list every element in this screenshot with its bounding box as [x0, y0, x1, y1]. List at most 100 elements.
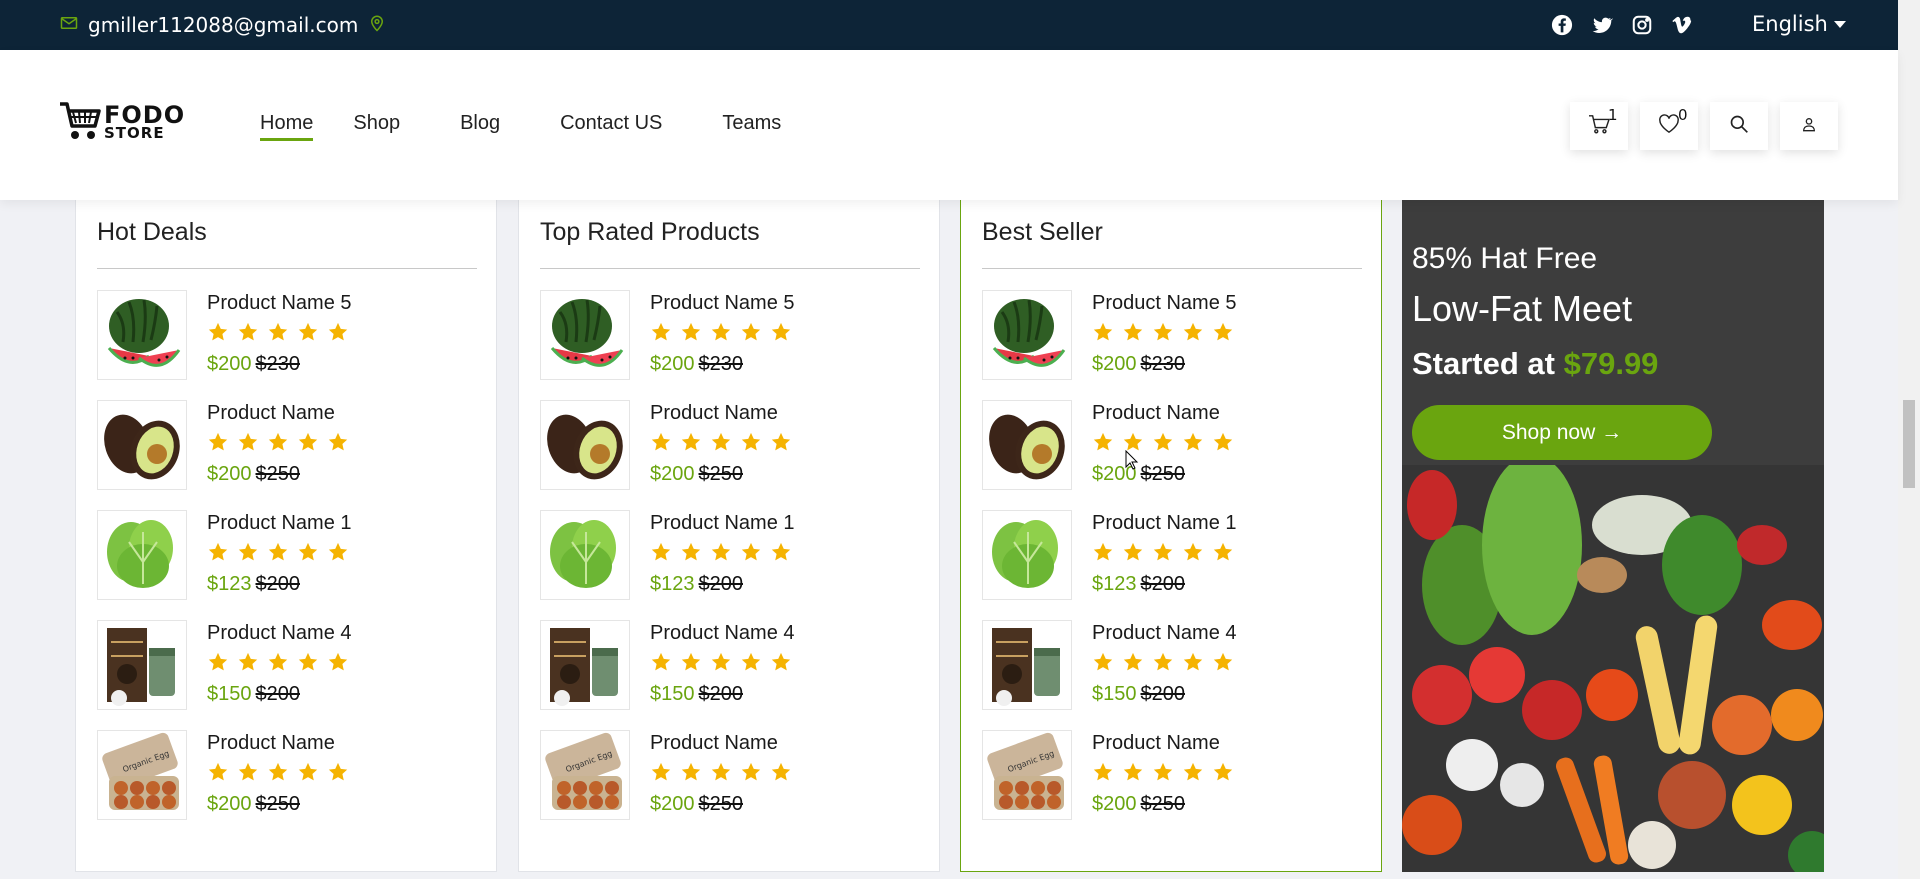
- product-item[interactable]: Product Name 4 $150 $200: [97, 620, 352, 710]
- product-image-tea-pack[interactable]: [97, 620, 187, 710]
- cart-button[interactable]: 1: [1570, 102, 1628, 150]
- product-item[interactable]: Product Name 1 $123 $200: [540, 510, 795, 600]
- product-image-eggs[interactable]: Organic Egg: [97, 730, 187, 820]
- product-image-avocado[interactable]: [540, 400, 630, 490]
- product-name[interactable]: Product Name 4: [650, 622, 795, 645]
- star-icon: [740, 321, 762, 347]
- product-name[interactable]: Product Name 1: [1092, 512, 1237, 535]
- nav-item-teams[interactable]: Teams: [722, 112, 781, 141]
- star-icon: [1122, 541, 1144, 567]
- product-name[interactable]: Product Name: [207, 402, 349, 425]
- account-button[interactable]: [1780, 102, 1838, 150]
- product-image-avocado[interactable]: [97, 400, 187, 490]
- star-icon: [1182, 431, 1204, 457]
- current-price: $123: [207, 573, 252, 595]
- product-item[interactable]: Organic Egg Product Name $200 $250: [982, 730, 1234, 820]
- location-icon[interactable]: [368, 13, 386, 37]
- product-name[interactable]: Product Name 1: [650, 512, 795, 535]
- product-name[interactable]: Product Name 5: [207, 292, 352, 315]
- star-icon: [237, 541, 259, 567]
- twitter-icon[interactable]: [1590, 13, 1614, 37]
- product-image-lettuce[interactable]: [97, 510, 187, 600]
- product-item[interactable]: Organic Egg Product Name $200 $250: [540, 730, 792, 820]
- star-icon: [327, 651, 349, 677]
- product-price: $150 $200: [650, 683, 795, 706]
- language-select[interactable]: English: [1752, 12, 1846, 36]
- social-links: [1550, 13, 1694, 37]
- star-icon: [207, 541, 229, 567]
- star-icon: [297, 761, 319, 787]
- product-price: $123 $200: [650, 573, 795, 596]
- instagram-icon[interactable]: [1630, 13, 1654, 37]
- product-item[interactable]: Product Name 4 $150 $200: [982, 620, 1237, 710]
- product-price: $200 $250: [1092, 793, 1234, 816]
- star-icon: [680, 431, 702, 457]
- product-image-watermelon[interactable]: [97, 290, 187, 380]
- banner-price-line: Started at $79.99: [1412, 346, 1658, 382]
- product-price: $150 $200: [207, 683, 352, 706]
- star-icon: [267, 761, 289, 787]
- product-image-eggs[interactable]: Organic Egg: [540, 730, 630, 820]
- product-image-watermelon[interactable]: [982, 290, 1072, 380]
- store-logo[interactable]: FODO STORE: [58, 100, 185, 146]
- product-item[interactable]: Product Name 5 $200 $230: [97, 290, 352, 380]
- product-image-tea-pack[interactable]: [540, 620, 630, 710]
- product-item[interactable]: Product Name 1 $123 $200: [97, 510, 352, 600]
- old-price: $250: [698, 793, 744, 815]
- star-icon: [650, 321, 672, 347]
- old-price: $250: [1140, 793, 1186, 815]
- wishlist-button[interactable]: 0: [1640, 102, 1698, 150]
- search-button[interactable]: [1710, 102, 1768, 150]
- product-item[interactable]: Product Name $200 $250: [540, 400, 792, 490]
- product-name[interactable]: Product Name: [1092, 402, 1234, 425]
- shop-now-button[interactable]: Shop now →: [1412, 405, 1712, 460]
- product-item[interactable]: Product Name 4 $150 $200: [540, 620, 795, 710]
- product-item[interactable]: Organic Egg Product Name $200 $250: [97, 730, 349, 820]
- product-item[interactable]: Product Name $200 $250: [982, 400, 1234, 490]
- product-name[interactable]: Product Name 4: [207, 622, 352, 645]
- old-price: $250: [255, 463, 301, 485]
- product-item[interactable]: Product Name 1 $123 $200: [982, 510, 1237, 600]
- product-name[interactable]: Product Name 1: [207, 512, 352, 535]
- product-image-eggs[interactable]: Organic Egg: [982, 730, 1072, 820]
- product-image-lettuce[interactable]: [982, 510, 1072, 600]
- star-icon: [327, 541, 349, 567]
- product-name[interactable]: Product Name: [1092, 732, 1234, 755]
- product-image-avocado[interactable]: [982, 400, 1072, 490]
- star-icon: [680, 321, 702, 347]
- page-scrollbar-thumb[interactable]: [1903, 400, 1915, 488]
- contact-email[interactable]: gmiller112088@gmail.com: [60, 13, 386, 37]
- product-name[interactable]: Product Name 5: [650, 292, 795, 315]
- star-icon: [680, 761, 702, 787]
- nav-item-blog[interactable]: Blog: [460, 112, 500, 141]
- product-name[interactable]: Product Name: [650, 402, 792, 425]
- top-bar: gmiller112088@gmail.com English: [0, 0, 1898, 50]
- product-rating: [650, 541, 795, 567]
- product-name[interactable]: Product Name: [650, 732, 792, 755]
- facebook-icon[interactable]: [1550, 13, 1574, 37]
- product-rating: [650, 431, 792, 457]
- product-image-watermelon[interactable]: [540, 290, 630, 380]
- product-rating: [207, 761, 349, 787]
- product-item[interactable]: Product Name 5 $200 $230: [982, 290, 1237, 380]
- vimeo-icon[interactable]: [1670, 13, 1694, 37]
- nav-item-home[interactable]: Home: [260, 112, 314, 141]
- star-icon: [207, 321, 229, 347]
- banner-title: Low-Fat Meet: [1412, 288, 1633, 329]
- product-name[interactable]: Product Name 5: [1092, 292, 1237, 315]
- nav-item-shop[interactable]: Shop: [353, 112, 400, 141]
- product-item[interactable]: Product Name $200 $250: [97, 400, 349, 490]
- nav-item-contact[interactable]: Contact US: [560, 112, 662, 141]
- star-icon: [207, 431, 229, 457]
- section-divider: [540, 268, 920, 269]
- star-icon: [1212, 431, 1234, 457]
- product-name[interactable]: Product Name: [207, 732, 349, 755]
- product-image-tea-pack[interactable]: [982, 620, 1072, 710]
- star-icon: [1152, 761, 1174, 787]
- top-rated-column: Top Rated Products Product Name 5 $200 $2…: [518, 200, 940, 872]
- product-rating: [207, 651, 352, 677]
- product-image-lettuce[interactable]: [540, 510, 630, 600]
- product-name[interactable]: Product Name 4: [1092, 622, 1237, 645]
- banner-price: $79.99: [1563, 346, 1659, 381]
- product-item[interactable]: Product Name 5 $200 $230: [540, 290, 795, 380]
